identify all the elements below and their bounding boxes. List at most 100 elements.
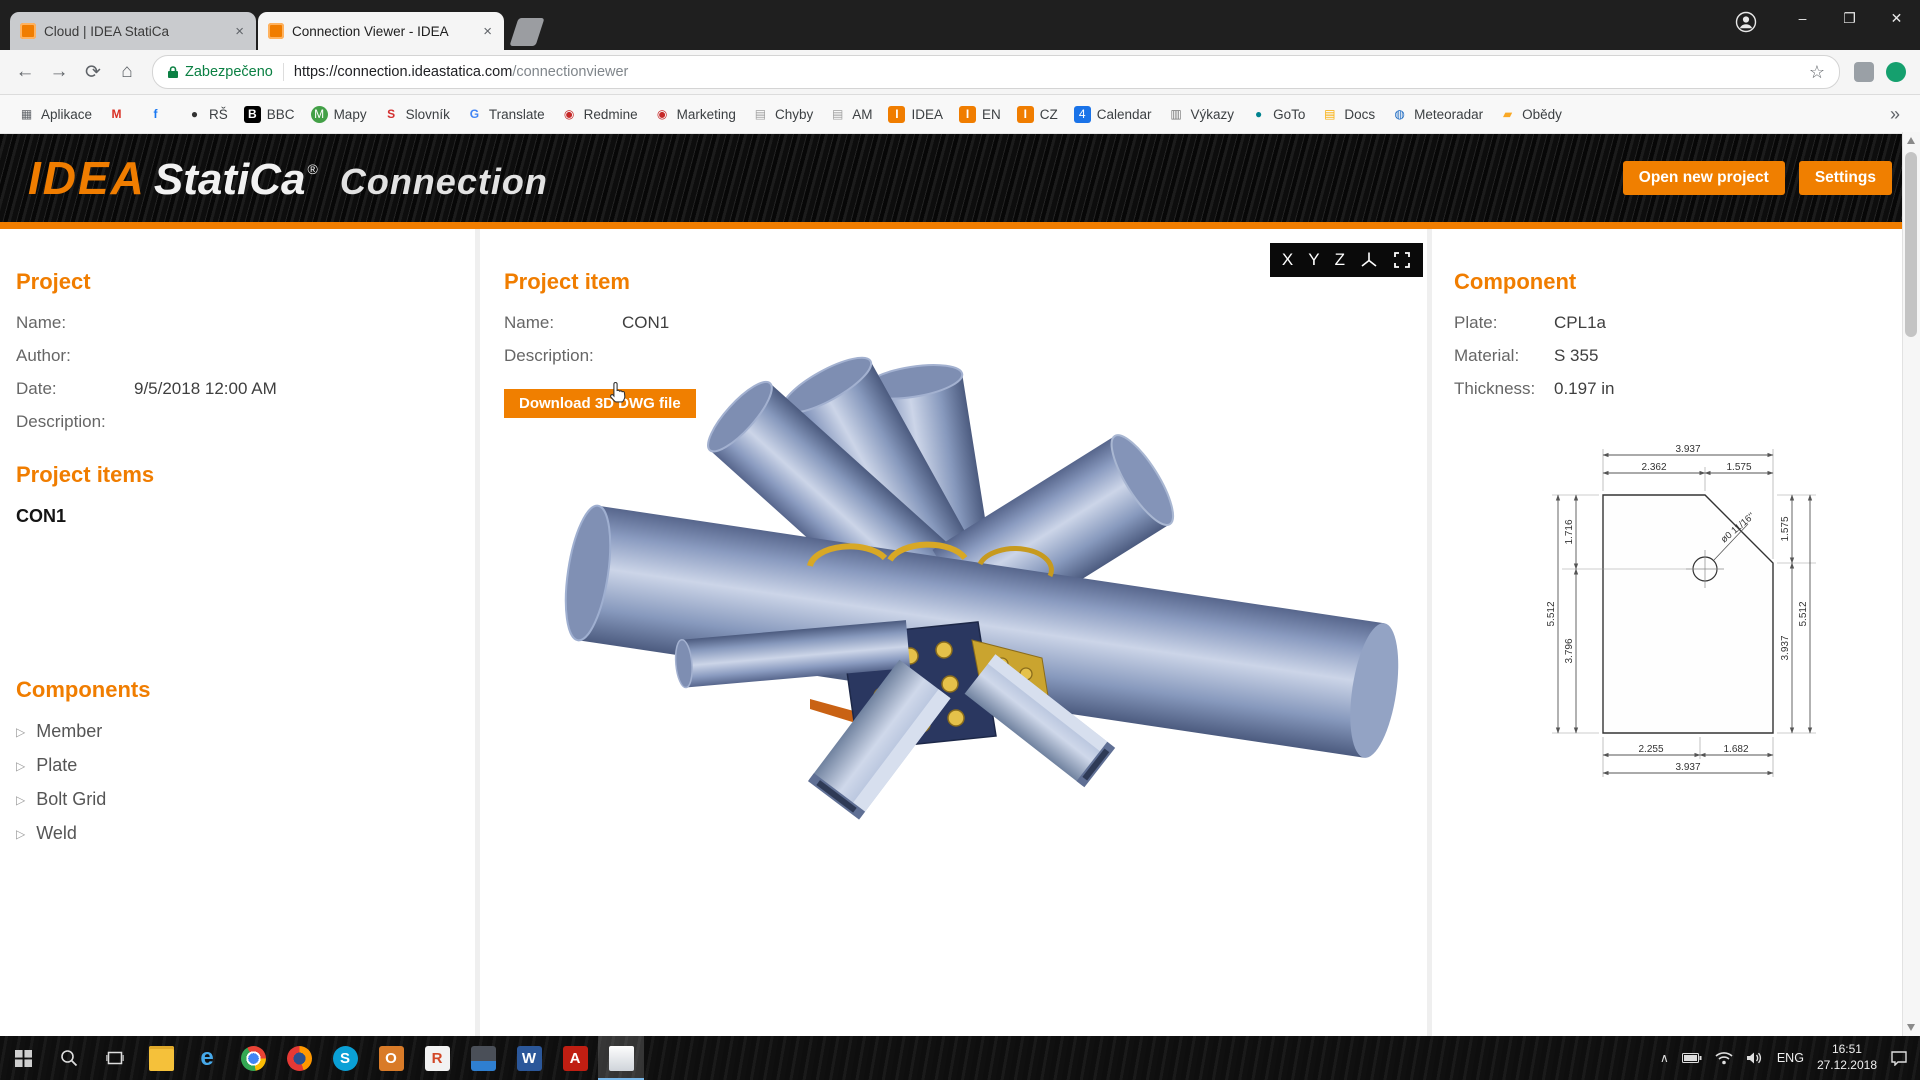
- bookmark-goto[interactable]: ● GoTo: [1242, 103, 1313, 126]
- project-items-title: Project items: [16, 462, 155, 487]
- forward-button[interactable]: →: [42, 55, 76, 89]
- component-member[interactable]: ▷ Member: [16, 721, 475, 742]
- view-y-button[interactable]: Y: [1308, 250, 1319, 270]
- extension-icon-2[interactable]: [1886, 62, 1906, 82]
- component-weld[interactable]: ▷ Weld: [16, 823, 475, 844]
- bookmark-en[interactable]: I EN: [951, 103, 1009, 126]
- bookmark-bbc[interactable]: B BBC: [236, 103, 303, 126]
- url-domain: https://connection.ideastatica.com: [293, 64, 513, 80]
- dim-left-lower: 3.796: [1564, 638, 1575, 663]
- taskbar-app-skype[interactable]: S: [322, 1036, 368, 1080]
- bookmark-idea[interactable]: I IDEA: [880, 103, 951, 126]
- language-indicator[interactable]: ENG: [1777, 1051, 1804, 1065]
- taskbar-app-edge[interactable]: e: [184, 1036, 230, 1080]
- bookmark-translate[interactable]: G Translate: [458, 103, 553, 126]
- view-z-button[interactable]: Z: [1335, 250, 1345, 270]
- taskbar-app-outlook[interactable]: O: [368, 1036, 414, 1080]
- address-bar[interactable]: Zabezpečeno https://connection.ideastati…: [152, 55, 1840, 89]
- taskbar-app-acrobat[interactable]: A: [552, 1036, 598, 1080]
- scroll-up-icon[interactable]: [1907, 137, 1915, 144]
- home-button[interactable]: ⌂: [110, 55, 144, 89]
- scroll-down-icon[interactable]: [1907, 1024, 1915, 1031]
- translate-icon: G: [469, 107, 480, 121]
- dim-top-right: 1.575: [1726, 462, 1751, 473]
- window-close-button[interactable]: ✕: [1873, 0, 1920, 36]
- axonometry-icon[interactable]: [1360, 251, 1378, 269]
- reload-button[interactable]: ⟳: [76, 55, 110, 89]
- bookmark-docs[interactable]: ▤ Docs: [1313, 103, 1383, 126]
- tab-close-icon[interactable]: ×: [233, 23, 246, 40]
- taskbar-app-explorer[interactable]: [138, 1036, 184, 1080]
- expand-arrow-icon[interactable]: ▷: [16, 725, 25, 739]
- taskbar-app-chrome[interactable]: [230, 1036, 276, 1080]
- bookmark-slovnik[interactable]: S Slovník: [375, 103, 458, 126]
- component-bolt-grid[interactable]: ▷ Bolt Grid: [16, 789, 475, 810]
- window-maximize-button[interactable]: ❐: [1826, 0, 1873, 36]
- profile-icon[interactable]: [1727, 0, 1779, 44]
- bookmark-redmine[interactable]: ◉ Redmine: [553, 103, 646, 126]
- tab-connection-viewer[interactable]: Connection Viewer - IDEA ×: [258, 12, 504, 50]
- page-content: Project Name: Author: Date: 9/5/2018 12:0…: [0, 229, 1920, 1045]
- view-x-button[interactable]: X: [1282, 250, 1293, 270]
- secure-indicator[interactable]: Zabezpečeno: [167, 64, 273, 80]
- bookmark-am[interactable]: ▤ AM: [821, 103, 880, 126]
- bookmark-chyby[interactable]: ▤ Chyby: [744, 103, 821, 126]
- page-scrollbar[interactable]: [1902, 132, 1920, 1036]
- project-description-field: Description:: [16, 412, 106, 431]
- taskbar-search-button[interactable]: [46, 1036, 92, 1080]
- idea-favicon-icon: [268, 23, 284, 39]
- tab-cloud-idea-statica[interactable]: Cloud | IDEA StatiCa ×: [10, 12, 256, 50]
- bookmark-star-icon[interactable]: ☆: [1809, 62, 1825, 83]
- new-tab-button[interactable]: [509, 18, 545, 46]
- redmine-icon: ◉: [563, 107, 575, 121]
- bookmark-vykazy[interactable]: ▥ Výkazy: [1160, 103, 1243, 126]
- scrollbar-thumb[interactable]: [1905, 152, 1917, 337]
- browser-titlebar: Cloud | IDEA StatiCa × Connection Viewer…: [0, 0, 1920, 50]
- taskbar-app-browser[interactable]: [276, 1036, 322, 1080]
- tab-close-icon[interactable]: ×: [481, 23, 494, 40]
- taskbar-app-code[interactable]: [460, 1036, 506, 1080]
- fullscreen-icon[interactable]: [1393, 251, 1411, 269]
- bookmark-obedy[interactable]: ▰ Obědy: [1491, 103, 1570, 126]
- wifi-icon[interactable]: [1715, 1051, 1733, 1065]
- start-button[interactable]: [0, 1036, 46, 1080]
- taskbar-app-word[interactable]: W: [506, 1036, 552, 1080]
- component-plate-field: Plate: CPL1a: [1454, 313, 1606, 332]
- bookmarks-overflow-icon[interactable]: »: [1880, 104, 1910, 125]
- bookmark-cz[interactable]: I CZ: [1009, 103, 1066, 126]
- 3d-connection-viewport[interactable]: [510, 344, 1430, 904]
- window-minimize-button[interactable]: –: [1779, 0, 1826, 36]
- bookmark-facebook[interactable]: f: [139, 103, 178, 126]
- bookmark-mapy[interactable]: M Mapy: [303, 103, 375, 126]
- tray-chevron-icon[interactable]: ∧: [1660, 1051, 1669, 1065]
- bookmark-gmail[interactable]: M: [100, 103, 139, 126]
- bookmark-rs[interactable]: ● RŠ: [178, 103, 236, 126]
- taskbar-app-active-window[interactable]: [598, 1036, 644, 1080]
- bookmark-marketing[interactable]: ◉ Marketing: [646, 103, 744, 126]
- bookmark-calendar[interactable]: 4 Calendar: [1066, 103, 1160, 126]
- settings-button[interactable]: Settings: [1798, 161, 1892, 195]
- redmine-app-icon: R: [424, 1045, 450, 1071]
- bookmark-aplikace[interactable]: ▦ Aplikace: [10, 103, 100, 126]
- extension-icon-1[interactable]: [1854, 62, 1874, 82]
- tab-title: Cloud | IDEA StatiCa: [44, 23, 170, 39]
- open-new-project-button[interactable]: Open new project: [1622, 161, 1785, 195]
- expand-arrow-icon[interactable]: ▷: [16, 793, 25, 807]
- battery-icon[interactable]: [1681, 1052, 1702, 1064]
- project-item-con1[interactable]: CON1: [16, 506, 475, 527]
- volume-icon[interactable]: [1746, 1051, 1764, 1065]
- dim-bottom-right: 1.682: [1723, 744, 1748, 755]
- bookmark-meteoradar[interactable]: ◍ Meteoradar: [1383, 103, 1491, 126]
- notification-center-icon[interactable]: [1890, 1050, 1908, 1066]
- taskbar-app-redmine[interactable]: R: [414, 1036, 460, 1080]
- windows-logo-icon: [14, 1049, 32, 1067]
- task-view-button[interactable]: [92, 1036, 138, 1080]
- windows-taskbar: e S O R W A ∧ ENG 16:51 27.12.2018: [0, 1036, 1920, 1080]
- component-plate[interactable]: ▷ Plate: [16, 755, 475, 776]
- expand-arrow-icon[interactable]: ▷: [16, 759, 25, 773]
- expand-arrow-icon[interactable]: ▷: [16, 827, 25, 841]
- back-button[interactable]: ←: [8, 55, 42, 89]
- omnibox-divider: [282, 63, 284, 81]
- browser-icon: [286, 1045, 312, 1071]
- taskbar-clock[interactable]: 16:51 27.12.2018: [1817, 1042, 1877, 1073]
